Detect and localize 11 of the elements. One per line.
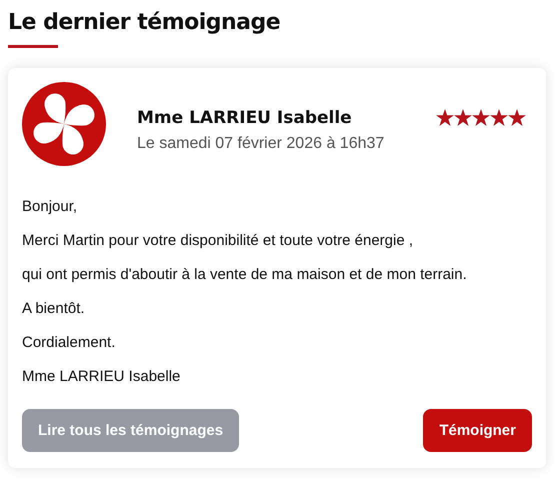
- author-name: Mme LARRIEU Isabelle: [137, 108, 352, 128]
- message-line: Merci Martin pour votre disponibilité et toute votre énergie ,: [22, 231, 414, 251]
- testify-button[interactable]: Témoigner: [423, 409, 532, 452]
- logo-icon: [22, 82, 106, 166]
- message-line: qui ont permis d'aboutir à la vente de ma maison et de mon terrain.: [22, 265, 467, 285]
- message-line: A bientôt.: [22, 299, 85, 319]
- message-line: Cordialement.: [22, 333, 116, 353]
- section-heading: Le dernier témoignage: [8, 10, 280, 35]
- review-date: Le samedi 07 février 2026 à 16h37: [137, 135, 384, 153]
- message-line: Bonjour,: [22, 197, 78, 217]
- message-line: Mme LARRIEU Isabelle: [22, 367, 180, 387]
